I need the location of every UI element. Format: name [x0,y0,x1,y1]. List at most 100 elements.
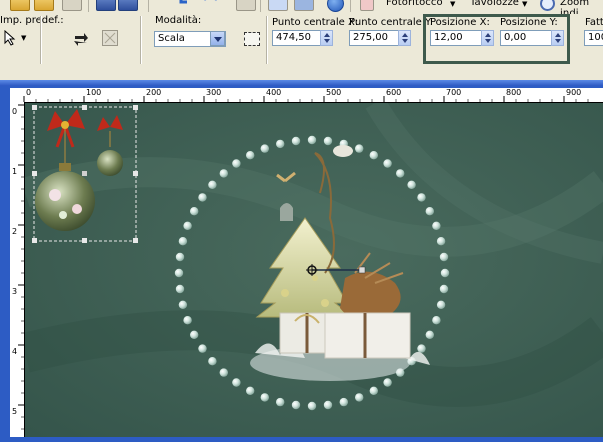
info-icon[interactable] [327,0,344,12]
toolbar-separator [148,0,149,12]
ruler-label: 1 [12,167,18,176]
ruler-label: 4 [12,347,18,356]
ruler-label: 300 [206,88,222,97]
ruler-label: 700 [446,88,462,97]
chevron-down-icon[interactable] [210,31,225,46]
pearl-bead [291,400,301,410]
pearl-bead [432,316,441,325]
pearl-bead [219,169,228,178]
toolbar-separator [260,0,261,12]
center-y-spinner[interactable] [398,30,411,46]
pearl-bead [417,193,426,202]
center-y-label: Punto centrale Y: [349,17,434,28]
redo-icon[interactable] [202,0,220,9]
ruler-label: 0 [26,88,32,97]
pearl-bead [355,144,364,153]
flip-icon[interactable] [72,30,90,51]
new-folder-icon[interactable] [10,0,30,11]
resize-handle[interactable] [133,171,138,176]
pearl-bead [323,400,333,410]
pearl-bead [198,344,207,353]
ruler-label: 5 [12,407,18,416]
ruler-label: 3 [12,287,18,296]
preset-pointer-icon[interactable] [4,29,18,49]
pearl-bead [183,221,192,230]
position-highlight-box [423,14,570,64]
ruler-label: 900 [566,88,582,97]
center-x-spinner[interactable] [320,30,333,46]
pearl-bead [183,316,192,325]
zoom-icon[interactable] [540,0,555,11]
options-separator [140,16,141,64]
resize-handle[interactable] [82,105,87,110]
factor-label: Fatto [585,17,603,28]
preset-dropdown-icon[interactable]: ▼ [21,34,26,42]
factor-input[interactable]: 100 [584,30,603,46]
scan-icon[interactable] [62,0,82,11]
pearl-bead [383,378,392,387]
layers-icon[interactable] [294,0,314,11]
pearl-bead [198,193,207,202]
resize-handle[interactable] [133,105,138,110]
ruler-label: 400 [266,88,282,97]
pearl-bead [174,268,184,278]
position-icon[interactable] [244,32,260,46]
pearl-bead [439,284,449,294]
reset-transform-icon[interactable] [102,30,118,46]
resize-handle[interactable] [32,238,37,243]
pearl-bead [190,330,199,339]
ruler-label: 500 [326,88,342,97]
pearl-bead [339,397,348,407]
save-as-icon[interactable] [118,0,138,11]
pearl-bead [175,284,185,294]
pearl-bead [178,237,188,246]
horizontal-ruler[interactable]: 0 100 200 300 400 500 600 700 800 900 [10,88,603,103]
pearl-bead [208,357,217,366]
center-x-label: Punto centrale X: [272,17,359,28]
menu-fotoritocco[interactable]: Fotoritocco [386,0,443,8]
paste-icon[interactable] [268,0,288,11]
pearl-bead [307,401,317,411]
resize-handle[interactable] [133,238,138,243]
pearl-bead [276,139,285,149]
pearl-bead [417,344,426,353]
menu-tavolozze[interactable]: Tavolozze [470,0,519,8]
resize-handle[interactable] [32,105,37,110]
pearl-bead [436,237,446,246]
pearl-bead [439,252,449,262]
ruler-label: 800 [506,88,522,97]
resize-handle[interactable] [82,238,87,243]
pearl-bead [369,151,378,160]
pearl-bead [436,300,446,309]
toolbar-separator [350,0,351,12]
ruler-label: 0 [12,107,18,116]
pivot-handle[interactable] [82,171,87,176]
pearl-bead [307,135,317,145]
pearl-bead [219,368,228,377]
chevron-down-icon[interactable]: ▼ [522,0,527,8]
undo-icon[interactable] [178,0,196,9]
chevron-down-icon[interactable]: ▼ [450,0,455,8]
save-icon[interactable] [96,0,116,11]
center-x-value: 474,50 [276,32,311,43]
canvas-artboard[interactable] [25,103,603,437]
image-window-titlebar[interactable] [0,80,603,86]
ruler-ticks [18,104,24,430]
options-separator [40,16,41,64]
pearl-bead [396,169,405,178]
open-folder-icon[interactable] [34,0,54,11]
fotoritocco-icon [360,0,374,11]
image-window-frame [0,437,603,442]
pearl-bead [440,268,450,278]
pearl-bead [369,386,378,395]
resize-handle[interactable] [32,171,37,176]
copy-icon[interactable] [236,0,256,11]
vertical-ruler[interactable]: 0 1 2 3 4 5 [10,102,25,438]
zoom-menu[interactable]: Zoom indi [560,0,603,14]
pearl-bead [276,397,285,407]
ruler-label: 2 [12,227,18,236]
ruler-label: 200 [146,88,162,97]
pearl-bead [432,221,441,230]
pearl-bead [208,180,217,189]
mode-value: Scala [158,33,185,44]
